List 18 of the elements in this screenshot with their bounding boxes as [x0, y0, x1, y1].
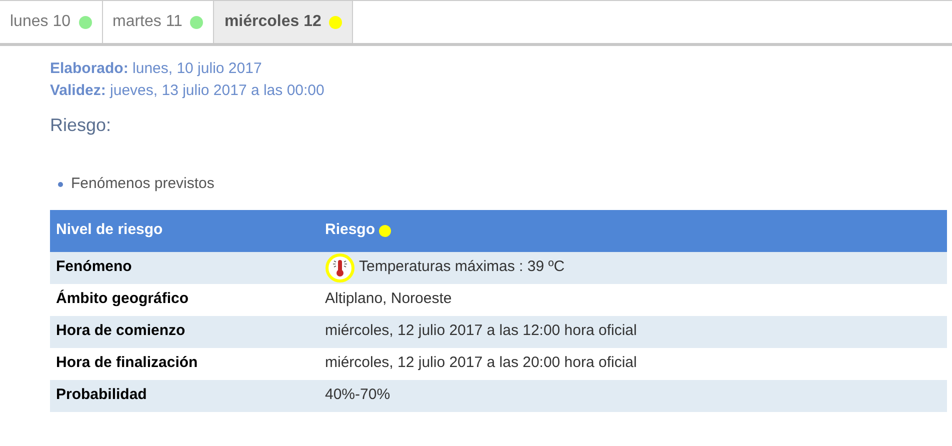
row-label: Fenómeno — [55, 257, 133, 278]
section-heading: Riesgo: — [50, 114, 112, 137]
day-tab[interactable]: miércoles 12 — [214, 1, 354, 43]
meta-line: Elaborado: lunes, 10 julio 2017 — [50, 59, 263, 79]
row-label: Hora de finalización — [55, 353, 199, 374]
row-label: Ámbito geográfico — [55, 288, 190, 310]
column-header: Riesgo — [325, 220, 376, 240]
column-header: Nivel de riesgo — [55, 220, 164, 240]
row-value: miércoles, 12 julio 2017 a las 12:00 hora oficial — [325, 321, 637, 342]
row-value: Altiplano, Noroeste — [325, 289, 452, 310]
row-value: 40%-70% — [325, 385, 390, 406]
row-value: Temperaturas máximas : 39 ºC — [359, 257, 565, 278]
row-value: miércoles, 12 julio 2017 a las 20:00 hora oficial — [325, 353, 637, 374]
row-label: Probabilidad — [55, 385, 148, 406]
row-label: Hora de comienzo — [55, 321, 186, 342]
bullet-icon — [58, 182, 63, 187]
list-item: Fenómenos previstos — [71, 174, 214, 194]
meta-line: Validez: jueves, 13 julio 2017 a las 00:00 — [50, 81, 326, 101]
